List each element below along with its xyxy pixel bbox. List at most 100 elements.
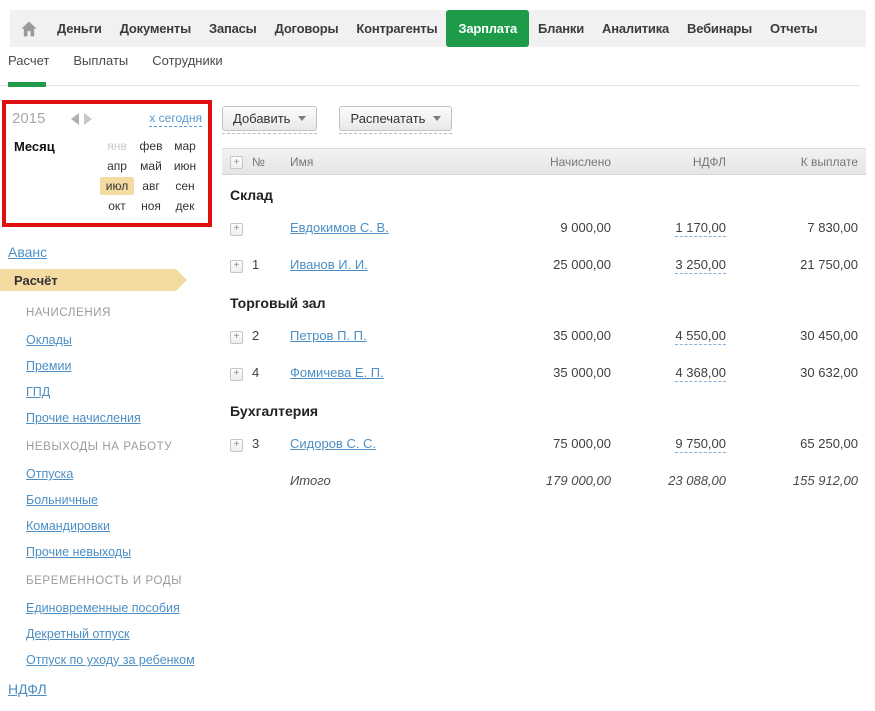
ndfl-link[interactable]: 4 550,00	[675, 328, 726, 345]
today-link[interactable]: х сегодня	[149, 111, 202, 127]
row-num: 1	[252, 257, 260, 272]
home-icon-glyph	[21, 21, 37, 36]
year-label: 2015	[12, 110, 46, 127]
month-nov[interactable]: ноя	[134, 197, 168, 215]
tab-stocks[interactable]: Запасы	[200, 10, 266, 47]
toolbar: Добавить Распечатать	[222, 106, 453, 134]
sidebar-link-vacations[interactable]: Отпуска	[26, 467, 73, 481]
subtab-employees[interactable]: Сотрудники	[152, 53, 222, 68]
ndfl-link[interactable]: 3 250,00	[675, 257, 726, 274]
ndfl-link[interactable]: 4 368,00	[675, 365, 726, 382]
tab-forms[interactable]: Бланки	[529, 10, 593, 47]
group-title-buhgalteria: Бухгалтерия	[230, 403, 319, 419]
month-oct[interactable]: окт	[100, 197, 134, 215]
expand-row-icon[interactable]: +	[230, 367, 243, 381]
print-button[interactable]: Распечатать	[339, 106, 453, 131]
month-sep[interactable]: сен	[168, 177, 202, 195]
sidebar-link-maternity-leave[interactable]: Декретный отпуск	[26, 627, 129, 641]
prev-arrow-icon[interactable]	[71, 112, 80, 125]
month-label: Месяц	[14, 139, 55, 154]
tab-money[interactable]: Деньги	[48, 10, 111, 47]
col-header-payout[interactable]: К выплате	[726, 155, 858, 169]
month-may[interactable]: май	[134, 157, 168, 175]
month-feb[interactable]: фев	[134, 137, 168, 155]
tab-reports[interactable]: Отчеты	[761, 10, 826, 47]
total-accrued: 179 000,00	[545, 473, 611, 488]
col-header-name[interactable]: Имя	[290, 155, 461, 169]
row-num: 4	[252, 365, 260, 380]
employee-link[interactable]: Евдокимов С. В.	[290, 220, 389, 235]
calendar-body: Месяц янв фев мар апр май июн июл авг се…	[12, 137, 202, 215]
sidebar-item-calculation-active[interactable]: Расчёт	[0, 269, 187, 291]
total-label: Итого	[290, 473, 331, 488]
table-row: + 3 Сидоров С. С. 75 000,00 9 750,00 65 …	[222, 425, 866, 462]
sidebar-link-sick-leaves[interactable]: Больничные	[26, 493, 98, 507]
subtab-calculation[interactable]: Расчет	[8, 53, 49, 68]
print-button-label: Распечатать	[350, 111, 426, 126]
employee-link[interactable]: Фомичева Е. П.	[290, 365, 384, 380]
month-grid: янв фев мар апр май июн июл авг сен окт …	[100, 137, 202, 215]
payout-value: 7 830,00	[807, 220, 858, 235]
expand-row-icon[interactable]: +	[230, 330, 243, 344]
sidebar-link-ndfl[interactable]: НДФЛ	[8, 681, 216, 697]
group-title-torgovy-zal: Торговый зал	[230, 295, 326, 311]
tab-webinars[interactable]: Вебинары	[678, 10, 761, 47]
payout-value: 30 632,00	[800, 365, 858, 380]
sidebar-heading-accruals: НАЧИСЛЕНИЯ	[26, 307, 112, 319]
month-mar[interactable]: мар	[168, 137, 202, 155]
sidebar-link-bonuses[interactable]: Премии	[26, 359, 71, 373]
tab-salary[interactable]: Зарплата	[446, 10, 530, 47]
employee-link[interactable]: Сидоров С. С.	[290, 436, 376, 451]
ndfl-link[interactable]: 9 750,00	[675, 436, 726, 453]
add-button-wrap: Добавить	[222, 106, 318, 134]
accrued-value: 75 000,00	[553, 436, 611, 451]
ndfl-link[interactable]: 1 170,00	[675, 220, 726, 237]
employee-link[interactable]: Петров П. П.	[290, 328, 367, 343]
sidebar-link-other-accruals[interactable]: Прочие начисления	[26, 411, 141, 425]
annotation-highlight-box: 2015 х сегодня Месяц янв фев мар апр май…	[2, 100, 212, 227]
sidebar-link-lump-sum-benefits[interactable]: Единовременные пособия	[26, 601, 180, 615]
next-arrow-icon[interactable]	[84, 112, 93, 125]
col-header-accrued[interactable]: Начислено	[461, 155, 611, 169]
expand-row-icon[interactable]: +	[230, 222, 243, 236]
subtab-payments[interactable]: Выплаты	[73, 53, 128, 68]
year-arrows	[71, 112, 93, 125]
payout-value: 65 250,00	[800, 436, 858, 451]
sub-nav: Расчет Выплаты Сотрудники	[8, 53, 223, 68]
month-aug[interactable]: авг	[134, 177, 168, 195]
col-header-ndfl[interactable]: НДФЛ	[611, 155, 726, 169]
table-row: + 4 Фомичева Е. П. 35 000,00 4 368,00 30…	[222, 354, 866, 391]
sidebar-link-gpd[interactable]: ГПД	[26, 385, 50, 399]
tab-contracts[interactable]: Договоры	[266, 10, 348, 47]
expand-row-icon[interactable]: +	[230, 259, 243, 273]
calendar-header: 2015 х сегодня	[12, 110, 202, 127]
employee-link[interactable]: Иванов И. И.	[290, 257, 368, 272]
month-apr[interactable]: апр	[100, 157, 134, 175]
month-jun[interactable]: июн	[168, 157, 202, 175]
tab-counterparties[interactable]: Контрагенты	[347, 10, 446, 47]
accrued-value: 9 000,00	[560, 220, 611, 235]
expand-all-icon[interactable]: +	[230, 156, 243, 170]
total-ndfl: 23 088,00	[668, 473, 726, 488]
sidebar-link-childcare-leave[interactable]: Отпуск по уходу за ребенком	[26, 653, 195, 667]
expand-row-icon[interactable]: +	[230, 438, 243, 452]
row-num: 3	[252, 436, 260, 451]
month-jul[interactable]: июл	[100, 177, 134, 195]
sidebar-link-salaries[interactable]: Оклады	[26, 333, 72, 347]
tab-documents[interactable]: Документы	[111, 10, 200, 47]
add-button[interactable]: Добавить	[222, 106, 318, 131]
print-button-wrap: Распечатать	[339, 106, 453, 134]
home-icon[interactable]	[10, 19, 48, 39]
sidebar-heading-maternity: БЕРЕМЕННОСТЬ И РОДЫ	[26, 575, 182, 587]
sidebar-link-business-trips[interactable]: Командировки	[26, 519, 110, 533]
sidebar-link-other-absences[interactable]: Прочие невыходы	[26, 545, 131, 559]
month-dec[interactable]: дек	[168, 197, 202, 215]
col-header-num[interactable]: №	[252, 155, 290, 169]
sidebar-heading-absences: НЕВЫХОДЫ НА РАБОТУ	[26, 441, 173, 453]
table-row: + 1 Иванов И. И. 25 000,00 3 250,00 21 7…	[222, 246, 866, 283]
table-row: + 2 Петров П. П. 35 000,00 4 550,00 30 4…	[222, 317, 866, 354]
payroll-table: + № Имя Начислено НДФЛ К выплате Склад +…	[222, 148, 866, 499]
sidebar-link-advance[interactable]: Аванс	[8, 244, 216, 260]
month-jan: янв	[107, 139, 127, 153]
tab-analytics[interactable]: Аналитика	[593, 10, 678, 47]
